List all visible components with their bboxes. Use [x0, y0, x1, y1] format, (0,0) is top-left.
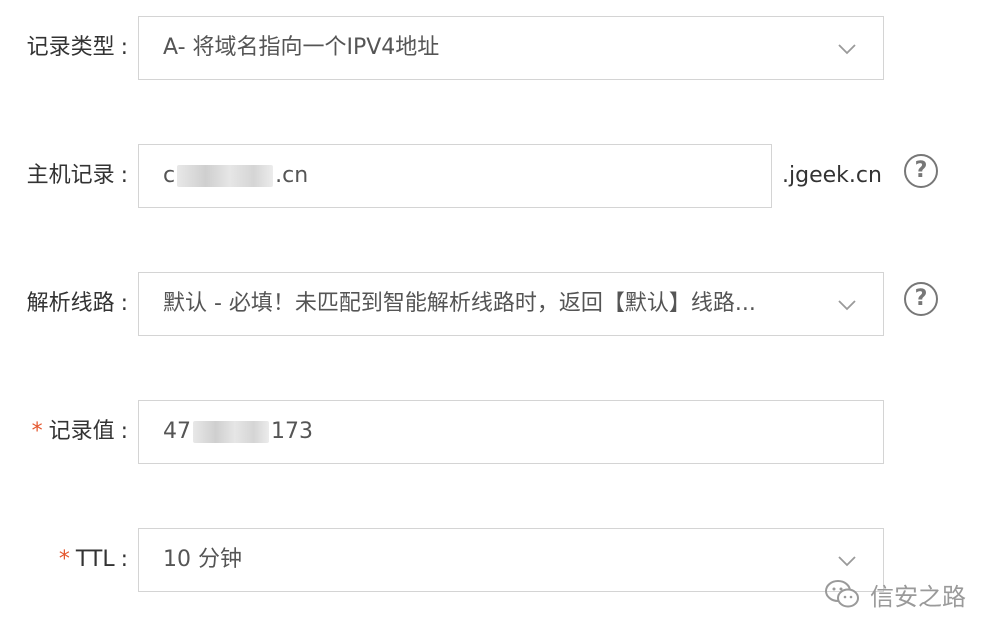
- record-type-value: A- 将域名指向一个IPV4地址: [163, 35, 440, 60]
- host-record-value: c .cn: [163, 163, 309, 188]
- ttl-select[interactable]: 10 分钟: [138, 528, 884, 592]
- record-type-select[interactable]: A- 将域名指向一个IPV4地址: [138, 16, 884, 80]
- resolution-line-row: 解析线路: 默认 - 必填！未匹配到智能解析线路时，返回【默认】线路... ?: [0, 272, 996, 336]
- chevron-down-icon: [838, 300, 856, 311]
- resolution-line-select[interactable]: 默认 - 必填！未匹配到智能解析线路时，返回【默认】线路...: [138, 272, 884, 336]
- chevron-down-icon: [838, 556, 856, 567]
- chevron-down-icon: [838, 44, 856, 55]
- ttl-label: * TTL:: [58, 547, 128, 572]
- wechat-icon: [825, 580, 859, 608]
- redacted-blur: [177, 165, 274, 187]
- required-mark: *: [31, 419, 43, 444]
- domain-suffix: .jgeek.cn: [782, 163, 882, 188]
- resolution-line-label: 解析线路:: [26, 291, 128, 316]
- ttl-value: 10 分钟: [163, 547, 242, 572]
- help-icon[interactable]: ?: [904, 282, 938, 316]
- watermark: 信安之路: [824, 574, 966, 614]
- help-icon[interactable]: ?: [904, 154, 938, 188]
- redacted-blur: [193, 421, 269, 443]
- record-value-input[interactable]: 47 173: [138, 400, 884, 464]
- record-value-row: * 记录值: 47 173: [0, 400, 996, 464]
- record-type-label: 记录类型:: [26, 35, 128, 60]
- resolution-line-value: 默认 - 必填！未匹配到智能解析线路时，返回【默认】线路...: [163, 291, 756, 316]
- required-mark: *: [58, 547, 70, 572]
- host-record-label: 主机记录:: [26, 163, 128, 188]
- host-record-row: 主机记录: c .cn .jgeek.cn ?: [0, 144, 996, 208]
- host-record-input[interactable]: c .cn: [138, 144, 772, 208]
- record-value-label: * 记录值:: [31, 419, 128, 444]
- record-value-value: 47 173: [163, 419, 313, 444]
- record-type-row: 记录类型: A- 将域名指向一个IPV4地址: [0, 16, 996, 80]
- watermark-text: 信安之路: [870, 582, 966, 611]
